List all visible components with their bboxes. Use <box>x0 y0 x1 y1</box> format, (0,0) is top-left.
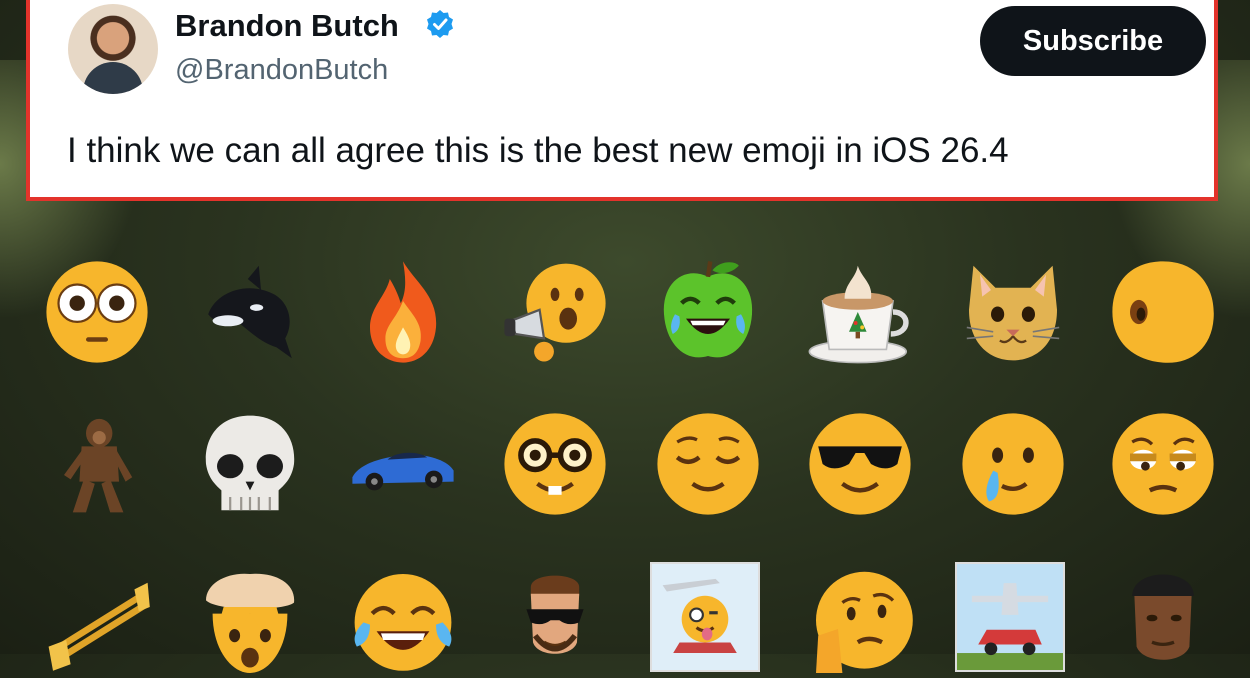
avatar[interactable] <box>68 4 158 94</box>
tweet-text: I think we can all agree this is the bes… <box>67 131 1009 170</box>
airplane-car-face-sticker-icon <box>650 562 760 672</box>
subscribe-button[interactable]: Subscribe <box>980 6 1206 76</box>
tweet-card: Brandon Butch @BrandonButch Subscribe I … <box>26 0 1218 201</box>
thinking-face-icon <box>800 558 920 678</box>
man-with-sunglasses-icon <box>495 558 615 678</box>
fire-icon <box>343 252 463 372</box>
airplane-car-sticker-icon <box>955 562 1065 672</box>
exploding-head-icon <box>190 558 310 678</box>
verified-badge-icon <box>427 10 453 38</box>
skull-icon <box>190 404 310 524</box>
author-handle[interactable]: @BrandonButch <box>175 54 388 87</box>
bigfoot-icon <box>37 404 157 524</box>
tired-face-icon <box>1103 404 1223 524</box>
crying-laughing-apple-icon <box>648 252 768 372</box>
cat-face-icon <box>953 252 1073 372</box>
flushed-face-icon <box>37 252 157 372</box>
nerd-face-icon <box>495 404 615 524</box>
trombone-icon <box>37 558 157 678</box>
orca-icon <box>190 252 310 372</box>
relieved-face-icon <box>648 404 768 524</box>
sunglasses-face-icon <box>800 404 920 524</box>
coffee-cup-christmas-tree-icon <box>800 252 920 372</box>
person-beanie-icon <box>1103 558 1223 678</box>
face-with-megaphone-icon <box>495 252 615 372</box>
distorted-face-icon <box>1103 252 1223 372</box>
tear-face-icon <box>953 404 1073 524</box>
author-name[interactable]: Brandon Butch <box>175 8 399 44</box>
tears-of-joy-face-icon <box>343 558 463 678</box>
sports-car-icon <box>343 404 463 524</box>
avatar-shirt <box>83 62 143 94</box>
